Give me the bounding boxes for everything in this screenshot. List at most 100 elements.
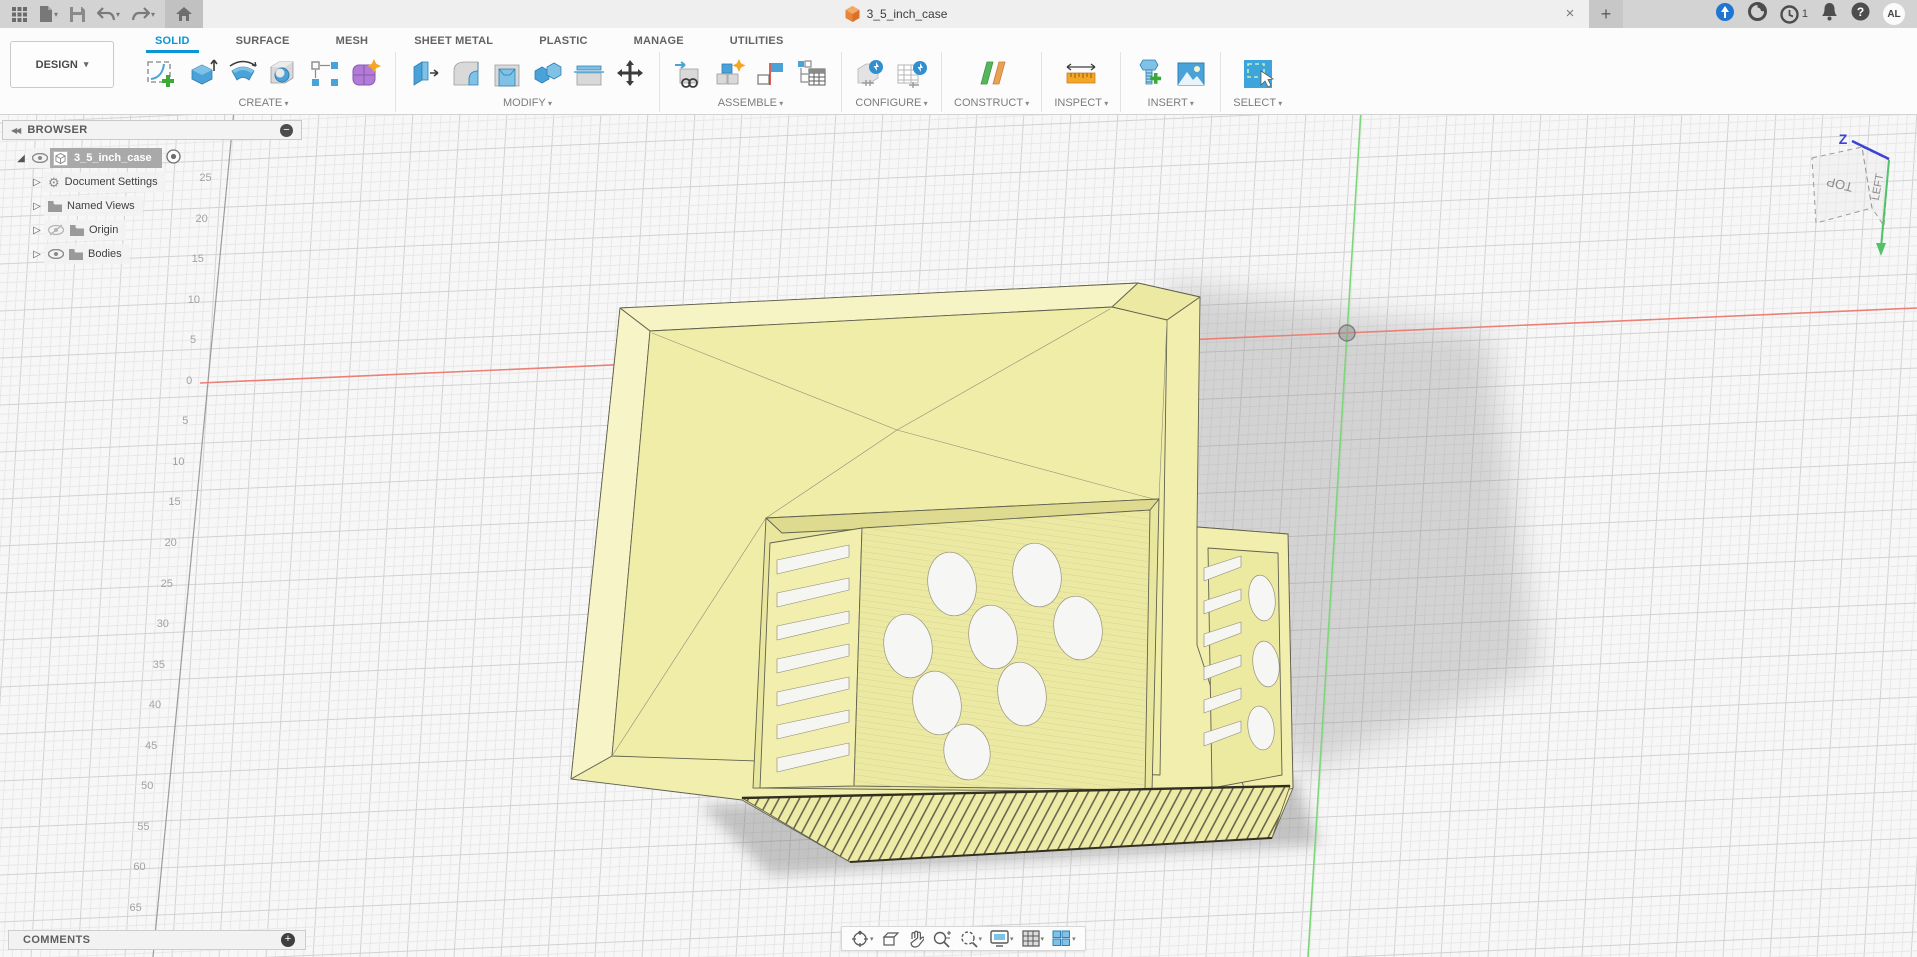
move-icon[interactable] (613, 57, 647, 91)
model-canvas[interactable]: TOP LEFT Z (0, 0, 1917, 957)
user-avatar[interactable]: AL (1883, 3, 1905, 25)
visibility-eye-icon[interactable] (48, 249, 64, 259)
folder-icon (69, 249, 83, 260)
fusion360-window: TOP LEFT Z 25201510505101520253035404550… (0, 0, 1917, 957)
redo-icon[interactable]: ▾ (128, 2, 159, 26)
group-label-inspect[interactable]: INSPECT (1054, 97, 1108, 109)
help-icon[interactable]: ? (1851, 2, 1870, 26)
visibility-off-eye-icon[interactable] (48, 224, 65, 236)
browser-header[interactable]: ◀◀ BROWSER − (2, 120, 302, 140)
expand-collapse-icon[interactable]: ◢ (14, 153, 28, 164)
collapse-panel-icon[interactable]: ◀◀ (11, 126, 19, 135)
group-label-modify[interactable]: MODIFY (503, 97, 552, 109)
fillet-icon[interactable] (449, 57, 483, 91)
hole-icon[interactable] (267, 57, 301, 91)
expand-arrow-icon[interactable]: ▷ (30, 249, 44, 260)
tree-row-document-settings[interactable]: ▷ ⚙ Document Settings (30, 172, 166, 192)
activate-component-radio[interactable] (166, 149, 181, 167)
notifications-bell-icon[interactable] (1821, 2, 1838, 26)
grid-snap-icon[interactable]: ▾ (1019, 930, 1048, 947)
group-label-assemble[interactable]: ASSEMBLE (718, 97, 784, 109)
home-tab[interactable] (165, 0, 203, 28)
model-3-5-inch-case[interactable] (571, 283, 1293, 862)
motion-study-icon[interactable] (795, 57, 829, 91)
group-label-construct[interactable]: CONSTRUCT (954, 97, 1029, 109)
pan-icon[interactable] (905, 930, 927, 948)
recent-jobs[interactable]: 1 (1780, 5, 1808, 24)
expand-arrow-icon[interactable]: ▷ (30, 201, 44, 212)
app-launcher-icon[interactable] (8, 2, 31, 26)
folder-icon (48, 201, 62, 212)
viewports-icon[interactable]: ▾ (1049, 930, 1079, 947)
tab-solid[interactable]: SOLID (132, 31, 213, 51)
insert-derive-icon[interactable] (672, 57, 706, 91)
title-bar: ▾ ▾ ▾ 3_5_inch_case × + (0, 0, 1917, 28)
extrude-icon[interactable] (185, 57, 219, 91)
measure-icon[interactable] (1064, 57, 1098, 91)
combine-icon[interactable] (531, 57, 565, 91)
split-body-icon[interactable] (572, 57, 606, 91)
undo-icon[interactable]: ▾ (93, 2, 124, 26)
tab-surface[interactable]: SURFACE (213, 31, 313, 51)
group-label-configure[interactable]: CONFIGURE (855, 97, 927, 109)
tab-plastic[interactable]: PLASTIC (516, 31, 610, 51)
insert-canvas-icon[interactable] (1174, 57, 1208, 91)
tree-row-named-views[interactable]: ▷ Named Views (30, 196, 143, 216)
insert-fastener-icon[interactable] (1133, 57, 1167, 91)
tree-row-root[interactable]: ◢ 3_5_inch_case (14, 148, 181, 168)
group-label-create[interactable]: CREATE (238, 97, 288, 109)
configuration-icon[interactable] (854, 57, 888, 91)
new-tab-button[interactable]: + (1589, 0, 1623, 28)
orbit-icon[interactable]: ▾ (848, 930, 877, 948)
close-tab-icon[interactable]: × (1561, 5, 1579, 23)
group-insert: INSERT (1120, 52, 1220, 112)
rectangular-pattern-icon[interactable] (308, 57, 342, 91)
file-menu-icon[interactable]: ▾ (35, 2, 62, 26)
comments-bar[interactable]: COMMENTS + (8, 930, 306, 950)
zoom-icon[interactable] (929, 930, 954, 948)
navigation-toolbar: ▾ ▾ ▾ ▾ ▾ (841, 926, 1086, 951)
save-icon[interactable] (66, 2, 89, 26)
tree-row-bodies[interactable]: ▷ Bodies (30, 244, 130, 264)
document-title: 3_5_inch_case (867, 7, 948, 21)
create-sketch-icon[interactable] (144, 57, 178, 91)
expand-arrow-icon[interactable]: ▷ (30, 225, 44, 236)
job-status-icon[interactable] (1748, 2, 1767, 26)
press-pull-icon[interactable] (408, 57, 442, 91)
tab-mesh[interactable]: MESH (313, 31, 392, 51)
workspace-switcher[interactable]: DESIGN (10, 41, 114, 88)
svg-text:?: ? (1857, 5, 1864, 19)
new-component-icon[interactable] (713, 57, 747, 91)
visibility-eye-icon[interactable] (32, 153, 48, 163)
3d-viewport[interactable]: TOP LEFT Z 25201510505101520253035404550… (0, 0, 1917, 957)
extensions-icon[interactable] (1715, 2, 1735, 27)
construct-plane-icon[interactable] (975, 57, 1009, 91)
tab-manage[interactable]: MANAGE (611, 31, 707, 51)
configuration-table-icon[interactable] (895, 57, 929, 91)
look-at-icon[interactable] (879, 931, 903, 947)
viewcube-z-label: Z (1839, 131, 1848, 147)
document-tab[interactable]: 3_5_inch_case × (203, 0, 1589, 28)
group-create: CREATE (132, 52, 395, 112)
clock-badge: 1 (1802, 8, 1808, 20)
tree-row-origin[interactable]: ▷ Origin (30, 220, 126, 240)
display-settings-icon[interactable]: ▾ (987, 930, 1017, 947)
selected-component[interactable]: 3_5_inch_case (50, 148, 162, 168)
group-label-select[interactable]: SELECT (1233, 97, 1282, 109)
zoom-window-icon[interactable]: ▾ (956, 930, 986, 948)
origin-marker[interactable] (1339, 325, 1355, 341)
shell-icon[interactable] (490, 57, 524, 91)
expand-arrow-icon[interactable]: ▷ (30, 177, 44, 188)
gear-icon: ⚙ (48, 176, 60, 189)
tab-utilities[interactable]: UTILITIES (707, 31, 807, 51)
create-form-icon[interactable] (349, 57, 383, 91)
select-icon[interactable] (1241, 57, 1275, 91)
revolve-icon[interactable] (226, 57, 260, 91)
group-assemble: ASSEMBLE (659, 52, 841, 112)
minimize-browser-icon[interactable]: − (280, 124, 293, 137)
add-comment-icon[interactable]: + (281, 933, 295, 947)
document-cube-icon (845, 6, 860, 22)
tab-sheet-metal[interactable]: SHEET METAL (391, 31, 516, 51)
joint-icon[interactable] (754, 57, 788, 91)
group-label-insert[interactable]: INSERT (1148, 97, 1194, 109)
